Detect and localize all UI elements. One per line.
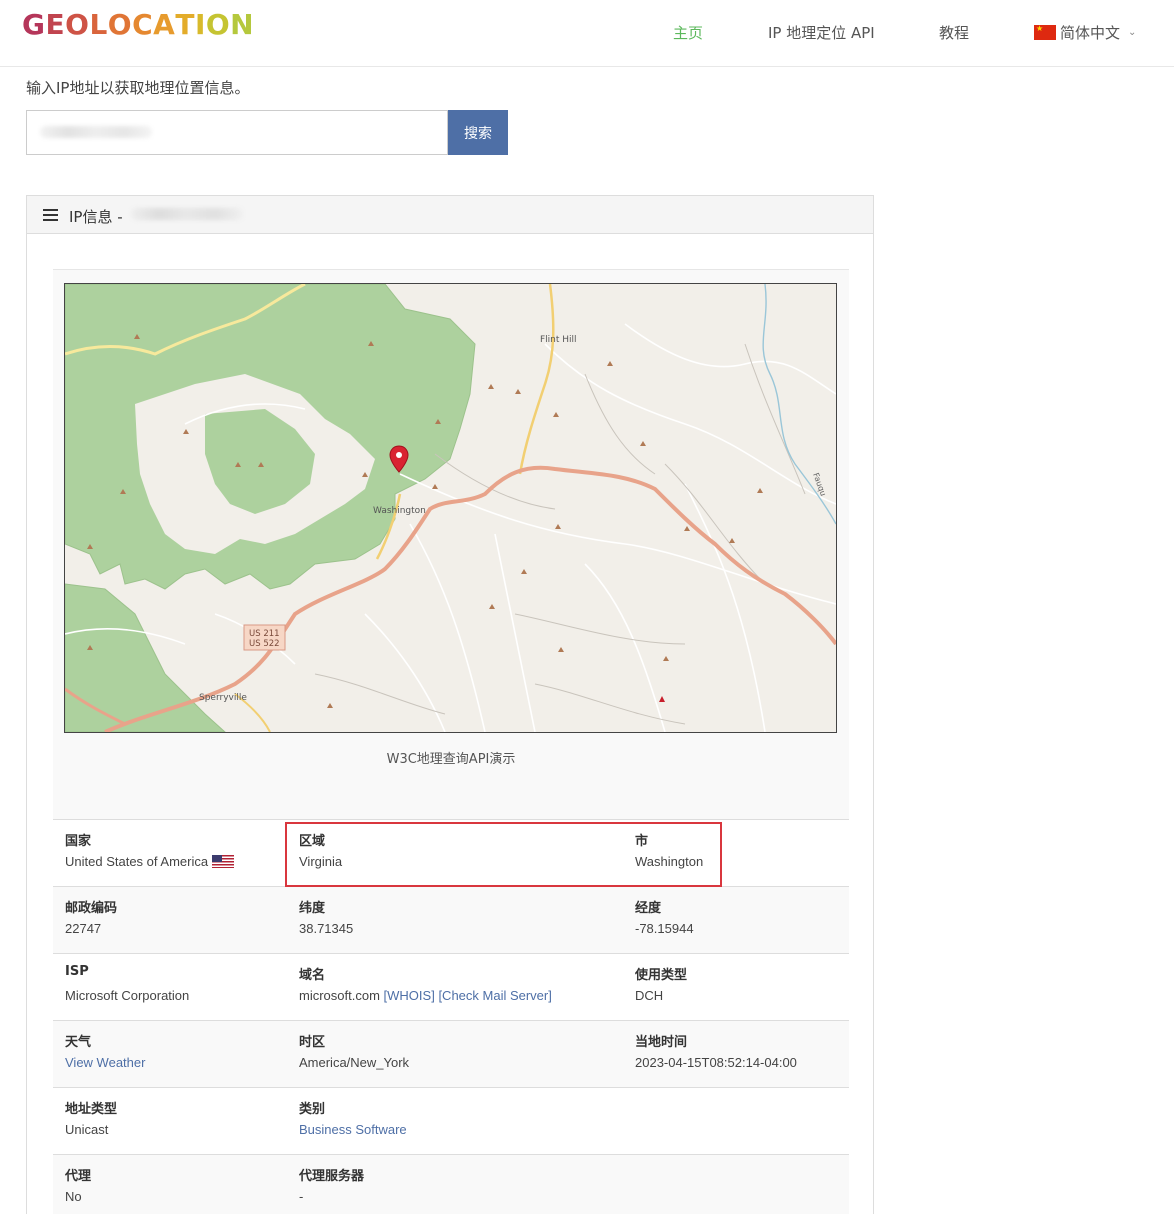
logo-letter: C <box>132 8 154 41</box>
nav-home[interactable]: 主页 <box>673 22 703 43</box>
highlight-box <box>285 822 722 887</box>
table-row: 天气 View Weather 时区 America/New_York 当地时间… <box>53 1020 849 1087</box>
latitude-value: 38.71345 <box>299 921 354 936</box>
nav-tutorial[interactable]: 教程 <box>939 22 969 43</box>
longitude-label: 经度 <box>635 901 662 916</box>
logo-letter: O <box>107 8 133 41</box>
logo-letter: O <box>65 8 90 41</box>
route-shield-us522: US 522 <box>249 639 280 649</box>
check-mail-server-link[interactable]: [Check Mail Server] <box>438 988 551 1003</box>
category-label: 类别 <box>299 1102 326 1117</box>
table-row: 邮政编码 22747 纬度 38.71345 经度 -78.15944 <box>53 886 849 953</box>
map-label-sperryville: Sperryville <box>199 693 247 703</box>
category-link[interactable]: Business Software <box>299 1122 407 1137</box>
usage-type-label: 使用类型 <box>635 968 688 983</box>
logo-letter: T <box>175 8 195 41</box>
zip-value: 22747 <box>65 921 102 936</box>
redacted-ip-title <box>131 208 243 220</box>
timezone-value: America/New_York <box>299 1055 410 1070</box>
isp-value: Microsoft Corporation <box>65 988 190 1003</box>
table-row: 代理 No 代理服务器 - <box>53 1154 849 1214</box>
logo-letter: N <box>230 8 255 41</box>
map-label-washington: Washington <box>373 506 426 516</box>
redacted-ip-value <box>40 126 152 138</box>
language-selector[interactable]: 简体中文 ⌄ <box>1034 22 1136 43</box>
whois-link[interactable]: [WHOIS] <box>384 988 435 1003</box>
longitude-value: -78.15944 <box>635 921 694 936</box>
server-list-icon <box>43 209 58 221</box>
proxy-server-label: 代理服务器 <box>299 1169 365 1184</box>
map-caption: W3C地理查询API演示 <box>386 752 516 767</box>
country-value: United States of America <box>65 854 209 869</box>
logo-letter: I <box>194 8 206 41</box>
logo-letter: G <box>22 8 46 41</box>
map-label-flint-hill: Flint Hill <box>540 335 577 345</box>
china-flag-icon <box>1034 25 1056 40</box>
route-shield-us211: US 211 <box>249 629 280 639</box>
nav-ip-geolocation-api[interactable]: IP 地理定位 API <box>768 22 875 43</box>
zip-label: 邮政编码 <box>65 901 118 916</box>
ip-info-panel: IP信息 - Flint Hill Washington Sperryville… <box>26 195 874 1214</box>
top-navbar: GEOLOCATION 主页 IP 地理定位 API 教程 简体中文 ⌄ <box>0 0 1174 67</box>
proxy-value: No <box>65 1189 82 1204</box>
usage-type-value: DCH <box>635 988 664 1003</box>
chevron-down-icon: ⌄ <box>1128 27 1137 38</box>
domain-value: microsoft.com <box>299 988 380 1003</box>
timezone-label: 时区 <box>299 1035 326 1050</box>
table-row: ISP Microsoft Corporation 域名 microsoft.c… <box>53 953 849 1020</box>
domain-label: 域名 <box>299 968 326 983</box>
panel-header: IP信息 - <box>27 196 873 234</box>
proxy-label: 代理 <box>65 1169 92 1184</box>
map-container: Flint Hill Washington Sperryville Fauqu … <box>53 269 849 819</box>
table-row: 地址类型 Unicast 类别 Business Software <box>53 1087 849 1154</box>
us-flag-icon <box>212 855 235 868</box>
logo-letter: L <box>89 8 108 41</box>
map-canvas[interactable]: Flint Hill Washington Sperryville Fauqu … <box>65 284 836 732</box>
isp-label: ISP <box>65 964 89 979</box>
logo-letter: O <box>205 8 231 41</box>
local-time-value: 2023-04-15T08:52:14-04:00 <box>635 1055 797 1070</box>
local-time-label: 当地时间 <box>635 1035 688 1050</box>
address-type-value: Unicast <box>65 1122 109 1137</box>
weather-label: 天气 <box>65 1035 92 1050</box>
geolocation-logo[interactable]: GEOLOCATION <box>22 8 254 41</box>
location-map[interactable]: Flint Hill Washington Sperryville Fauqu … <box>64 283 837 733</box>
language-label: 简体中文 <box>1060 24 1121 42</box>
address-type-label: 地址类型 <box>65 1102 118 1117</box>
view-weather-link[interactable]: View Weather <box>65 1055 145 1070</box>
proxy-server-value: - <box>299 1189 304 1204</box>
search-prompt: 输入IP地址以获取地理位置信息。 <box>26 79 250 97</box>
logo-letter: A <box>153 8 176 41</box>
panel-title: IP信息 - <box>69 208 123 226</box>
latitude-label: 纬度 <box>299 901 326 916</box>
country-label: 国家 <box>65 834 92 849</box>
search-button[interactable]: 搜索 <box>448 110 508 155</box>
logo-letter: E <box>45 8 66 41</box>
